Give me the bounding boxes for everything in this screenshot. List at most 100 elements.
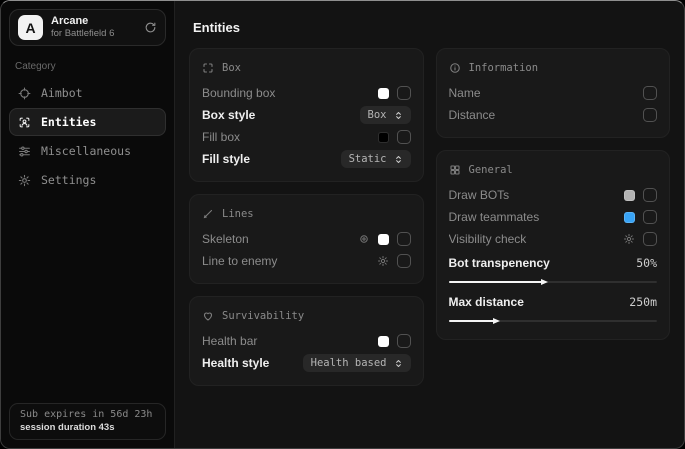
setting-label: Bot transpenency [449,256,637,270]
checkbox[interactable] [397,86,411,100]
setting-label: Draw BOTs [449,188,625,202]
setting-row-line-to-enemy: Line to enemy [202,250,411,272]
checkbox[interactable] [397,232,411,246]
card-title: Survivability [222,310,304,322]
crosshair-icon [18,87,31,100]
checkbox[interactable] [643,232,657,246]
color-swatch[interactable] [378,336,389,347]
checkbox[interactable] [397,334,411,348]
sidebar-nav: Aimbot Entities Miscella [9,79,166,194]
sub-expiry-text: Sub expires in 56d 23h [20,409,155,420]
sidebar-item-entities[interactable]: Entities [9,108,166,136]
fill-style-dropdown[interactable]: Static [341,150,411,168]
checkbox[interactable] [397,130,411,144]
card-lines: Lines Skeleton [189,194,424,284]
card-general: General Draw BOTs Draw teammates [436,150,671,340]
checkbox[interactable] [643,188,657,202]
max-distance-slider[interactable] [449,320,658,322]
dropdown-value: Static [349,153,387,165]
setting-label: Line to enemy [202,254,377,268]
gear-icon [18,174,31,187]
chevron-updown-icon [394,359,403,368]
setting-row-bounding-box: Bounding box [202,82,411,104]
dropdown-value: Box [368,109,387,121]
app-name: Arcane [51,15,114,29]
sidebar-item-label: Aimbot [41,86,83,100]
setting-label: Health bar [202,334,378,348]
main-panel: Entities Box Bounding box [175,1,684,448]
heart-icon [202,310,214,322]
color-swatch[interactable] [624,212,635,223]
sidebar-item-aimbot[interactable]: Aimbot [9,79,166,107]
setting-row-name: Name [449,82,658,104]
setting-label: Draw teammates [449,210,625,224]
setting-label: Fill box [202,130,378,144]
app-header-card: A Arcane for Battlefield 6 [9,9,166,46]
bot-transpenency-slider[interactable] [449,281,658,283]
setting-row-draw-teammates: Draw teammates [449,206,658,228]
checkbox[interactable] [643,108,657,122]
setting-row-bot-transpenency: Bot transpenency 50% [449,250,658,289]
setting-row-max-distance: Max distance 250m [449,289,658,328]
visibility-config-gear-icon[interactable] [623,233,635,245]
setting-row-skeleton: Skeleton [202,228,411,250]
app-window: A Arcane for Battlefield 6 Category Aimb… [0,0,685,449]
setting-label: Name [449,86,644,100]
checkbox[interactable] [643,86,657,100]
checkbox[interactable] [397,254,411,268]
chevron-updown-icon [394,111,403,120]
setting-row-health-style: Health style Health based [202,352,411,374]
slider-value: 250m [629,295,657,309]
category-label: Category [15,61,160,72]
sidebar-item-label: Miscellaneous [41,144,131,158]
setting-row-fill-style: Fill style Static [202,148,411,170]
app-subtitle: for Battlefield 6 [51,28,114,40]
sidebar-item-settings[interactable]: Settings [9,166,166,194]
dropdown-value: Health based [311,357,387,369]
card-box: Box Bounding box Box style Box [189,48,424,182]
card-title: Lines [222,208,254,220]
app-title-block: Arcane for Battlefield 6 [51,15,114,41]
setting-row-health-bar: Health bar [202,330,411,352]
sidebar-item-label: Settings [41,173,96,187]
color-swatch[interactable] [378,132,389,143]
color-swatch[interactable] [624,190,635,201]
setting-row-box-style: Box style Box [202,104,411,126]
setting-label: Visibility check [449,232,624,246]
box-style-dropdown[interactable]: Box [360,106,411,124]
sidebar-item-miscellaneous[interactable]: Miscellaneous [9,137,166,165]
info-icon [449,62,461,74]
skeleton-config-gear-icon[interactable] [358,233,370,245]
sliders-icon [18,145,31,158]
color-swatch[interactable] [378,88,389,99]
box-corners-icon [202,62,214,74]
slider-handle[interactable] [541,279,548,285]
sidebar-item-label: Entities [41,115,96,129]
setting-label: Bounding box [202,86,378,100]
refresh-icon[interactable] [144,21,157,34]
setting-row-visibility-check: Visibility check [449,228,658,250]
setting-label: Health style [202,356,303,370]
setting-label: Distance [449,108,644,122]
slider-value: 50% [636,256,657,270]
grid-icon [449,164,461,176]
entities-scan-icon [18,116,31,129]
line-icon [202,208,214,220]
setting-label: Fill style [202,152,341,166]
card-survivability: Survivability Health bar Health style [189,296,424,386]
card-title: General [469,164,513,176]
chevron-updown-icon [394,155,403,164]
setting-row-distance: Distance [449,104,658,126]
checkbox[interactable] [643,210,657,224]
session-duration-text: session duration 43s [20,422,155,433]
setting-row-draw-bots: Draw BOTs [449,184,658,206]
setting-row-fill-box: Fill box [202,126,411,148]
slider-handle[interactable] [493,318,500,324]
color-swatch[interactable] [378,234,389,245]
setting-label: Skeleton [202,232,358,246]
health-style-dropdown[interactable]: Health based [303,354,411,372]
line-config-gear-icon[interactable] [377,255,389,267]
subscription-info-card: Sub expires in 56d 23h session duration … [9,403,166,440]
slider-fill [449,320,495,322]
sidebar: A Arcane for Battlefield 6 Category Aimb… [1,1,175,448]
